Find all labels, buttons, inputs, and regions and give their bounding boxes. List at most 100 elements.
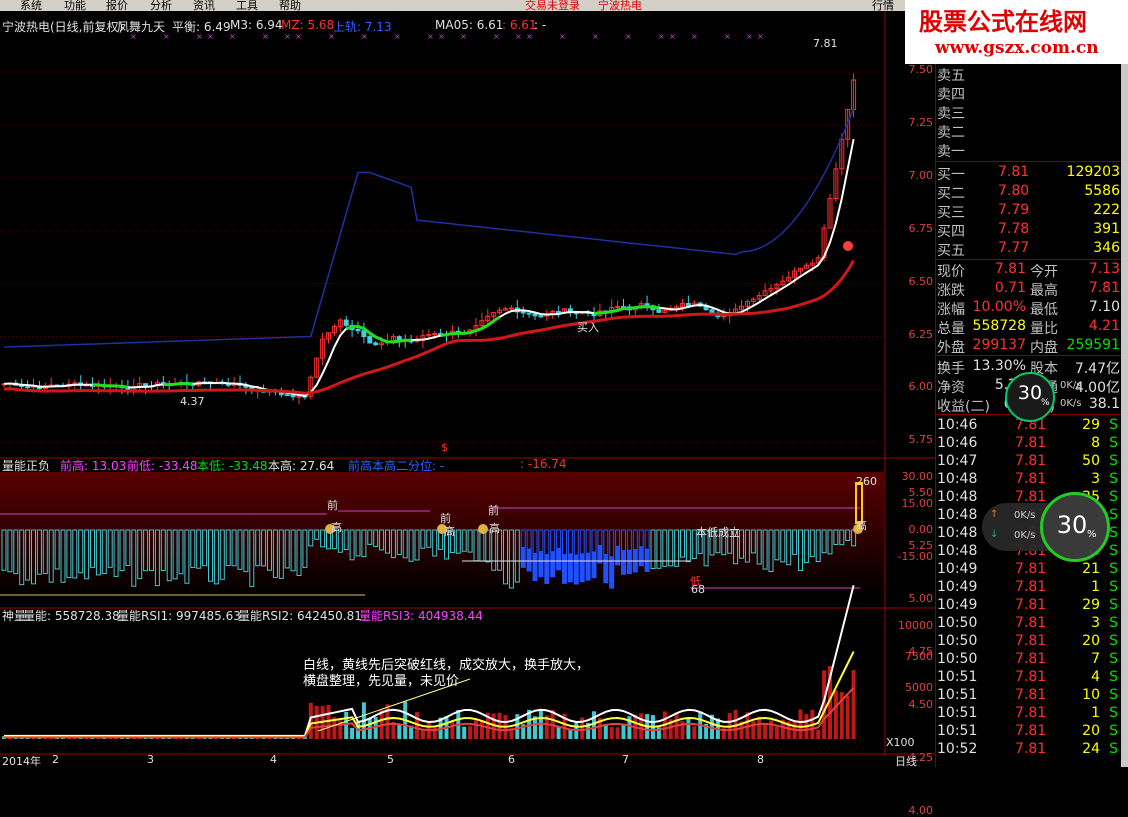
ma-green-segment	[345, 324, 412, 344]
energy-bar-fill	[633, 548, 638, 572]
buy-signal-label: 买入	[577, 321, 599, 334]
tick-price: 7.81	[1015, 651, 1047, 667]
energy-bar-fill	[574, 554, 579, 585]
volume-bar	[568, 729, 573, 739]
volume-bar	[479, 721, 484, 739]
tick-row: 10:50 7.81 7 S	[936, 650, 1122, 669]
tick-time: 10:48	[937, 543, 978, 559]
stat-label: 涨跌	[937, 283, 965, 299]
stat-value: 7.81	[994, 261, 1026, 277]
menu-market[interactable]: 行情	[872, 0, 894, 11]
buy-price: 7.81	[998, 164, 1030, 180]
high-price-label: 7.81	[813, 37, 838, 50]
menu-function[interactable]: 功能	[64, 0, 86, 11]
volume-bar	[592, 711, 596, 739]
stat-value-2: 259591	[1066, 337, 1120, 353]
price-axis-label: 7.00	[908, 168, 934, 182]
money-bag-icon	[478, 524, 488, 534]
stock-name: 宁波热电	[598, 0, 642, 11]
stat-label: 现价	[937, 264, 965, 280]
volume-bar	[692, 726, 697, 739]
signal-marker: ×	[526, 32, 533, 41]
gauge-unit-large: %	[1087, 529, 1097, 540]
energy-axis-label: 15.00	[901, 496, 934, 510]
tick-volume: 20	[1082, 723, 1100, 739]
tick-volume: 8	[1091, 435, 1100, 451]
menu-help[interactable]: 帮助	[279, 0, 301, 11]
candle-body	[25, 386, 31, 389]
volume-bar	[615, 727, 620, 739]
tick-direction: S	[1109, 471, 1118, 487]
volume-bar	[845, 695, 850, 739]
signal-marker: ×	[691, 32, 698, 41]
candle-body	[343, 319, 349, 326]
chart-area[interactable]: × × × × × × × × × × × × × × × × × × × × × × × × × × 宁波热电(日线,前复权) …	[0, 11, 935, 817]
menu-tools[interactable]: 工具	[236, 0, 258, 11]
cpu-gauge-large[interactable]: 30 %	[1040, 492, 1110, 562]
tick-price: 7.81	[1015, 561, 1047, 577]
ma-green-segment	[440, 315, 501, 338]
candle-body	[685, 303, 691, 307]
stat-value: 299137	[972, 337, 1026, 353]
watermark-url: www.gszx.com.cn	[935, 38, 1099, 58]
fin-value: 13.30%	[972, 358, 1026, 374]
volume-rsi2: 量能RSI2: 642450.81	[238, 609, 362, 623]
price-axis-label: 7.50	[908, 63, 934, 76]
date-axis-label: 8	[757, 753, 764, 766]
menu-info[interactable]: 资讯	[193, 0, 215, 11]
tick-direction: S	[1109, 741, 1118, 757]
ma-green-segment	[593, 305, 660, 315]
tick-time: 10:46	[937, 435, 978, 451]
tick-direction: S	[1109, 561, 1118, 577]
candle-body	[355, 328, 361, 332]
tick-price: 7.81	[1015, 633, 1047, 649]
tick-time: 10:49	[937, 579, 978, 595]
tick-volume: 3	[1091, 615, 1100, 631]
signal-marker: ×	[559, 32, 566, 41]
tick-price: 7.81	[1015, 597, 1047, 613]
energy-bar-fill	[562, 554, 567, 584]
volume-bar	[774, 726, 779, 739]
tick-time: 10:48	[937, 525, 978, 541]
indicator-ma05: MA05: 6.61	[435, 18, 504, 32]
tick-price: 7.81	[1015, 705, 1047, 721]
indicator-mz: MZ: 5.68	[281, 18, 335, 32]
tick-volume: 10	[1082, 687, 1100, 703]
login-status[interactable]: 交易未登录	[525, 0, 580, 11]
tick-time: 10:50	[937, 651, 978, 667]
tick-row: 10:50 7.81 3 S	[936, 614, 1122, 633]
buy-volume: 5586	[1084, 183, 1120, 199]
menu-system[interactable]: 系统	[20, 0, 42, 11]
tick-time: 10:50	[937, 615, 978, 631]
sell-row: 卖五	[936, 64, 1122, 84]
tick-row: 10:46 7.81 8 S	[936, 434, 1122, 453]
menu-quote[interactable]: 报价	[106, 0, 128, 11]
date-axis-label: 3	[147, 753, 154, 766]
price-axis-label: 4.50	[908, 697, 934, 711]
buy-volume: 222	[1093, 202, 1120, 218]
energy-axis-label: 0.00	[908, 523, 934, 536]
cpu-gauge-small[interactable]: 30 %	[1005, 372, 1055, 422]
sell-row: 卖三	[936, 102, 1122, 122]
stat-value-2: 7.10	[1088, 299, 1120, 315]
energy-annot-prev1: 前	[327, 499, 338, 512]
kline-chart[interactable]: × × × × × × × × × × × × × × × × × × × × × × × × × ×	[0, 11, 935, 756]
watermark-logo: 股票公式在线网 www.gszx.com.cn	[905, 0, 1128, 64]
signal-marker: ×	[493, 32, 500, 41]
signal-marker: ×	[592, 32, 599, 41]
volume-unit: X100	[886, 736, 915, 749]
up-arrow-icon: ↑	[990, 509, 999, 520]
date-axis-label: 2	[52, 753, 59, 766]
energy-bar-fill	[639, 546, 644, 566]
price-axis-label: 6.75	[908, 221, 934, 235]
buy-price: 7.78	[998, 221, 1030, 237]
candle-body	[656, 309, 662, 313]
tick-price: 7.81	[1015, 723, 1047, 739]
tick-time: 10:48	[937, 489, 978, 505]
signal-marker: ×	[460, 32, 467, 41]
tick-price: 7.81	[1015, 669, 1047, 685]
scrollbar[interactable]	[1121, 64, 1128, 767]
volume-bar	[450, 720, 455, 739]
menu-analysis[interactable]: 分析	[150, 0, 172, 11]
candle-body	[296, 395, 302, 398]
